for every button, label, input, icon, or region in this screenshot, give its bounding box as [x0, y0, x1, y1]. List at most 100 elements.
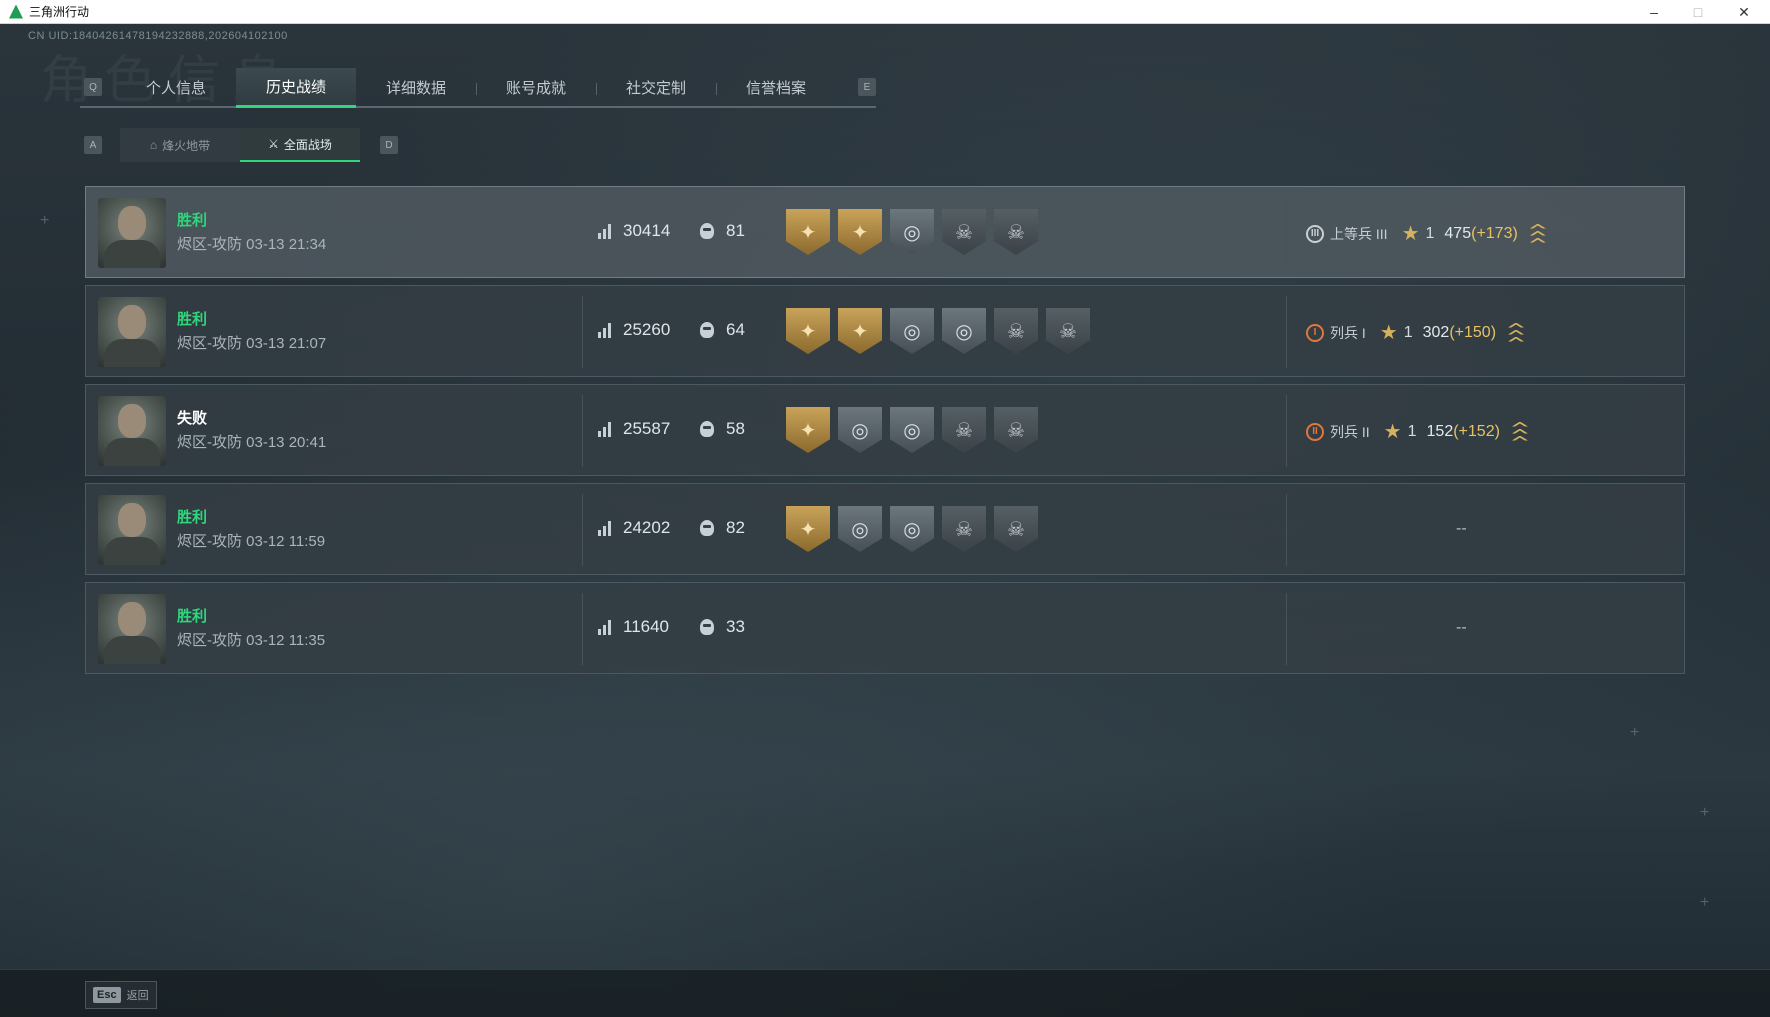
mode-subtabs: A ⌂ 烽火地带 ⚔ 全面战场 D — [84, 128, 398, 162]
medal-badge-icon[interactable]: ◎ — [838, 407, 882, 453]
tab-achievements[interactable]: 账号成就 — [476, 68, 596, 106]
medal-badge-icon[interactable]: ☠ — [994, 209, 1038, 255]
medal-badge-icon[interactable]: ✦ — [838, 209, 882, 255]
medal-badge-icon[interactable]: ☠ — [942, 209, 986, 255]
deco-crosshair-icon: + — [1700, 894, 1710, 911]
main-tabs: Q 个人信息 历史战绩 详细数据 账号成就 社交定制 信誉档案 E — [80, 68, 876, 108]
operator-avatar — [98, 594, 166, 664]
rank-level: 1 — [1407, 422, 1417, 440]
minimize-button[interactable]: – — [1632, 0, 1676, 24]
score-bars-icon — [598, 421, 614, 437]
medal-list: ✦ ◎ ◎ ☠ ☠ — [786, 407, 1038, 453]
tab-social[interactable]: 社交定制 — [596, 68, 716, 106]
close-window-button[interactable]: ✕ — [1722, 0, 1766, 24]
operator-avatar — [98, 297, 166, 367]
medal-badge-icon[interactable]: ◎ — [890, 506, 934, 552]
score-bars-icon — [598, 223, 614, 239]
tab-next-key-hint[interactable]: E — [858, 78, 876, 96]
match-row[interactable]: 胜利 烬区-攻防 03-12 11:59 24202 82 ✦ ◎ ◎ ☠ ☠ -- — [85, 483, 1685, 575]
medal-badge-icon[interactable]: ◎ — [890, 308, 934, 354]
user-uid: CN UID:18404261478194232888,202604102100 — [28, 30, 288, 42]
window-title: 三角洲行动 — [29, 5, 90, 19]
subtab-warfare[interactable]: ⚔ 全面战场 — [240, 128, 360, 162]
divider — [582, 296, 583, 368]
medal-badge-icon[interactable]: ◎ — [838, 506, 882, 552]
medal-badge-icon[interactable]: ✦ — [838, 308, 882, 354]
deco-crosshair-icon: + — [1700, 804, 1710, 821]
score-value: 11640 — [623, 617, 670, 636]
medal-badge-icon[interactable]: ✦ — [786, 308, 830, 354]
subtab-operations-label: 烽火地带 — [162, 138, 211, 153]
medal-badge-icon[interactable]: ◎ — [890, 407, 934, 453]
rank-emblem-icon: III — [1306, 224, 1324, 243]
deco-crosshair-icon: + — [1630, 724, 1640, 741]
rank-points: 152(+152) — [1426, 422, 1500, 440]
subtab-warfare-label: 全面战场 — [283, 137, 332, 152]
skull-icon — [700, 322, 714, 338]
match-row[interactable]: 胜利 烬区-攻防 03-13 21:07 25260 64 ✦ ✦ ◎ ◎ ☠ ☠ I 列兵… — [85, 285, 1685, 377]
score-value: 25587 — [623, 419, 671, 438]
esc-key-hint: Esc — [93, 987, 121, 1003]
medal-badge-icon[interactable]: ☠ — [942, 407, 986, 453]
divider — [1286, 395, 1287, 467]
medal-badge-icon[interactable]: ✦ — [786, 407, 830, 453]
medal-badge-icon[interactable]: ✦ — [786, 209, 830, 255]
tab-detailed-data[interactable]: 详细数据 — [356, 68, 476, 106]
match-row[interactable]: 胜利 烬区-攻防 03-13 21:34 30414 81 ✦ ✦ ◎ ☠ ☠ III 上… — [85, 186, 1685, 278]
match-row[interactable]: 胜利 烬区-攻防 03-12 11:35 11640 33 -- — [85, 582, 1685, 674]
medal-badge-icon[interactable]: ☠ — [994, 308, 1038, 354]
back-button[interactable]: Esc 返回 — [85, 981, 157, 1009]
match-result: 失败 — [177, 410, 208, 427]
score-stat: 30414 — [598, 221, 670, 241]
rank-emblem-icon: II — [1306, 422, 1324, 441]
app-logo-icon — [9, 4, 23, 19]
subtab-prev-key-hint[interactable]: A — [84, 136, 102, 154]
divider — [582, 494, 583, 566]
match-result: 胜利 — [177, 311, 208, 328]
subtab-next-key-hint[interactable]: D — [380, 136, 398, 154]
bottom-bar: Esc 返回 — [0, 969, 1770, 1017]
score-stat: 25260 — [598, 320, 670, 340]
match-list: 胜利 烬区-攻防 03-13 21:34 30414 81 ✦ ✦ ◎ ☠ ☠ III 上… — [85, 186, 1685, 681]
match-row[interactable]: 失败 烬区-攻防 03-13 20:41 25587 58 ✦ ◎ ◎ ☠ ☠ II 列兵… — [85, 384, 1685, 476]
medal-badge-icon[interactable]: ◎ — [890, 209, 934, 255]
rank-level: 1 — [1403, 323, 1413, 341]
match-mode-time: 烬区-攻防 03-13 21:07 — [177, 335, 327, 352]
medal-badge-icon[interactable]: ◎ — [942, 308, 986, 354]
medal-badge-icon[interactable]: ☠ — [994, 506, 1038, 552]
tab-personal-info[interactable]: 个人信息 — [116, 68, 236, 106]
kills-stat: 81 — [700, 221, 745, 241]
maximize-button[interactable]: □ — [1676, 0, 1720, 24]
divider — [582, 593, 583, 665]
rank-up-chevron-icon — [1529, 223, 1546, 244]
divider — [1286, 197, 1287, 269]
rank-up-chevron-icon — [1511, 421, 1528, 442]
rank-name: 列兵 II — [1330, 423, 1370, 440]
kills-stat: 58 — [700, 419, 745, 439]
score-value: 25260 — [623, 320, 671, 339]
deco-crosshair-icon: + — [40, 212, 50, 229]
star-icon: ★ — [1383, 421, 1402, 443]
score-stat: 25587 — [598, 419, 670, 439]
divider — [1286, 494, 1287, 566]
match-mode-time: 烬区-攻防 03-12 11:59 — [177, 533, 326, 550]
window-titlebar: 三角洲行动 – □ ✕ — [0, 0, 1770, 24]
rank-progress: I 列兵 I ★ 1 302(+150) — [1306, 320, 1525, 345]
skull-icon — [700, 223, 714, 239]
skull-icon — [700, 520, 714, 536]
star-icon: ★ — [1401, 223, 1420, 245]
medal-badge-icon[interactable]: ☠ — [942, 506, 986, 552]
medal-badge-icon[interactable]: ☠ — [1046, 308, 1090, 354]
subtab-operations[interactable]: ⌂ 烽火地带 — [120, 128, 240, 162]
kills-value: 64 — [726, 320, 745, 339]
tab-match-history[interactable]: 历史战绩 — [236, 68, 356, 108]
rank-points: 475(+173) — [1444, 224, 1518, 242]
tab-reputation[interactable]: 信誉档案 — [716, 68, 836, 106]
match-mode-time: 烬区-攻防 03-12 11:35 — [177, 632, 326, 649]
rank-emblem-icon: I — [1306, 323, 1324, 342]
medal-badge-icon[interactable]: ✦ — [786, 506, 830, 552]
rank-up-chevron-icon — [1508, 322, 1525, 343]
medal-badge-icon[interactable]: ☠ — [994, 407, 1038, 453]
operator-avatar — [98, 495, 166, 565]
tab-prev-key-hint[interactable]: Q — [84, 78, 102, 96]
